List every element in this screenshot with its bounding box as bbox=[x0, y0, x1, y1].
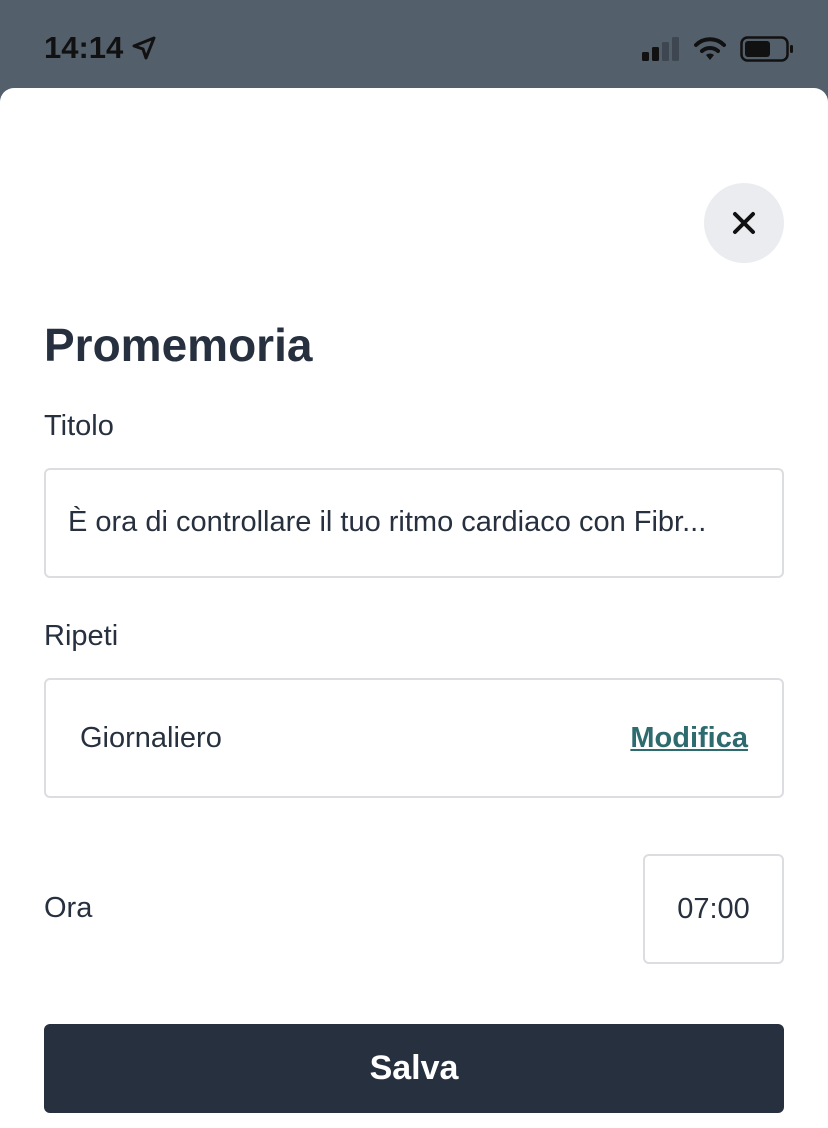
page-title: Promemoria bbox=[44, 319, 313, 371]
save-button[interactable]: Salva bbox=[44, 1024, 784, 1113]
time-field-label: Ora bbox=[44, 892, 93, 924]
close-button[interactable] bbox=[704, 183, 784, 263]
location-arrow-icon bbox=[132, 36, 156, 60]
repeat-field-label: Ripeti bbox=[44, 620, 119, 652]
status-icons bbox=[642, 36, 794, 62]
edit-repeat-link[interactable]: Modifica bbox=[630, 722, 748, 755]
status-time-group: 14:14 bbox=[44, 30, 157, 66]
title-input-value: È ora di controllare il tuo ritmo cardia… bbox=[68, 506, 707, 538]
wifi-icon bbox=[694, 37, 726, 60]
status-bar: 14:14 bbox=[0, 0, 828, 88]
title-field-label: Titolo bbox=[44, 410, 114, 442]
repeat-selector: Giornaliero Modifica bbox=[44, 678, 784, 798]
close-icon bbox=[733, 212, 755, 234]
cellular-signal-icon bbox=[642, 37, 679, 61]
title-input[interactable]: È ora di controllare il tuo ritmo cardia… bbox=[44, 468, 784, 578]
status-time: 14:14 bbox=[44, 30, 124, 65]
time-input[interactable]: 07:00 bbox=[643, 854, 784, 964]
battery-icon bbox=[740, 36, 793, 62]
repeat-value: Giornaliero bbox=[80, 722, 222, 754]
reminder-sheet: Promemoria Titolo È ora di controllare i… bbox=[0, 88, 828, 1128]
